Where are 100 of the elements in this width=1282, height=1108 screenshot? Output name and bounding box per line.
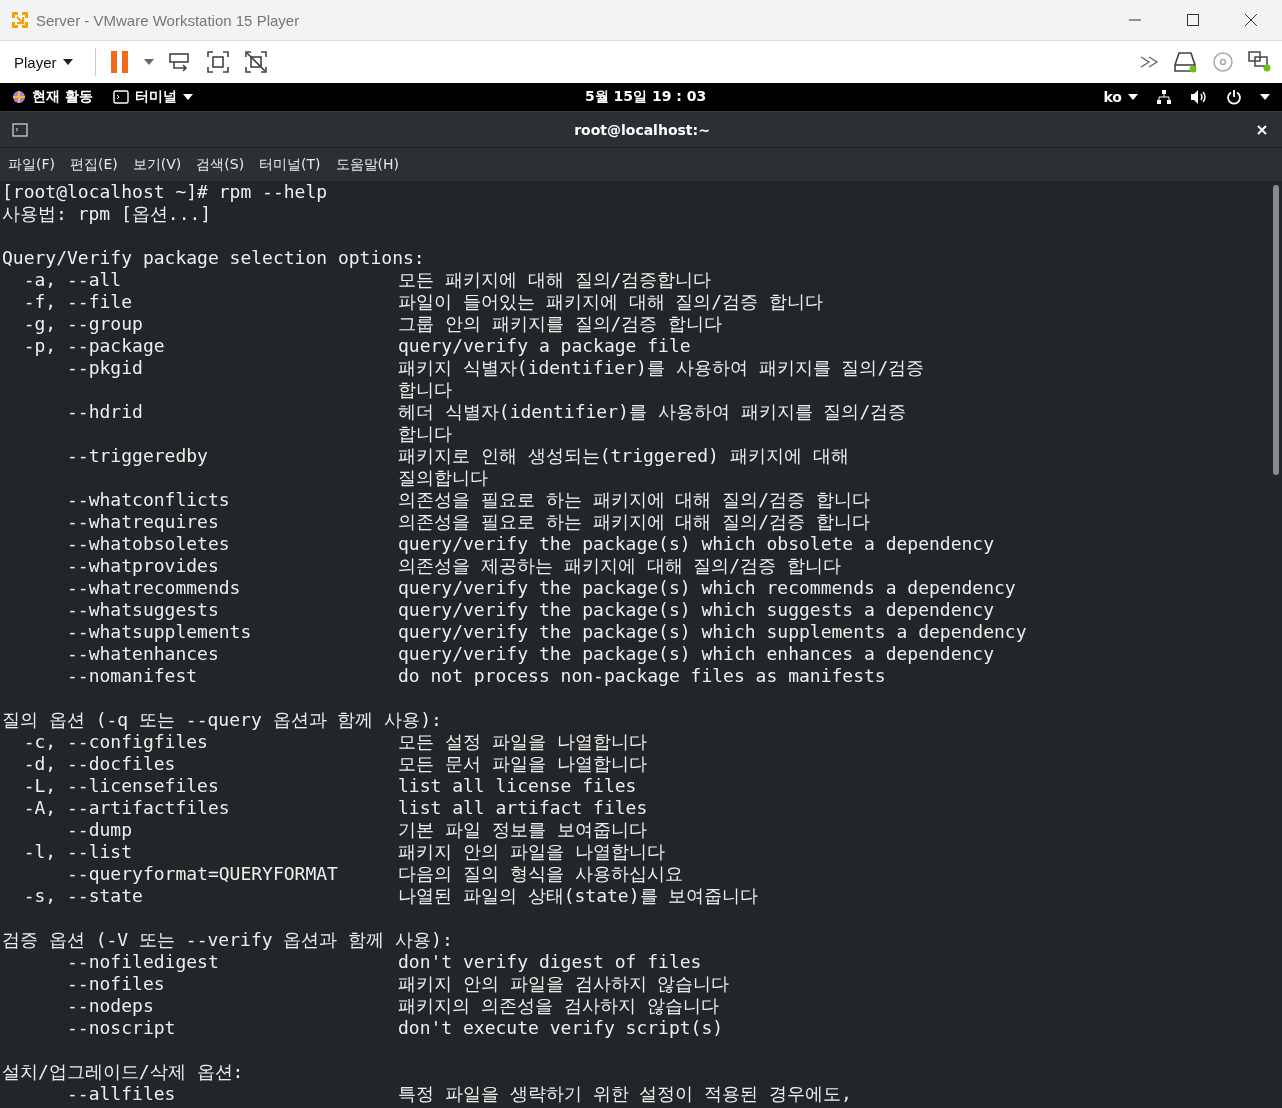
close-icon[interactable] [1244, 13, 1258, 27]
option-description: 패키지로 인해 생성되는(triggered) 패키지에 대해 [398, 445, 849, 467]
option-description: 모든 문서 파일을 나열합니다 [398, 753, 647, 775]
caret-icon[interactable] [1260, 94, 1270, 100]
terminal-icon [12, 122, 28, 137]
option-description: don't execute verify script(s) [398, 1017, 724, 1039]
terminal-line: 설치/업그레이드/삭제 옵션: [2, 1061, 244, 1083]
caret-icon [182, 94, 193, 100]
terminal-line: Query/Verify package selection options: [2, 247, 425, 269]
option-description: 의존성을 제공하는 패키지에 대해 질의/검증 합니다 [398, 555, 842, 577]
option-description: query/verify the package(s) which enhances a dependency [398, 643, 995, 665]
terminal-line: 질의 옵션 (-q 또는 --query 옵션과 함께 사용): [2, 709, 442, 731]
player-menu-button[interactable]: Player [6, 49, 81, 75]
option-name: --nomanifest [66, 665, 198, 686]
option-name: --allfiles [66, 1083, 176, 1104]
fullscreen-icon[interactable] [205, 50, 230, 74]
option-name: -f, --file [22, 291, 133, 312]
option-name: --whatsupplements [66, 621, 252, 642]
option-name: --nodeps [66, 995, 154, 1016]
option-description: 모든 설정 파일을 나열합니다 [398, 731, 647, 753]
menu-item[interactable]: 터미널(T) [259, 155, 321, 174]
option-name: --whatconflicts [66, 489, 230, 510]
option-description: 헤더 식별자(identifier)를 사용하여 패키지를 질의/검증 [398, 401, 907, 423]
power-icon[interactable] [1226, 89, 1242, 105]
option-name: -a, --all [22, 269, 122, 290]
option-name: --whatsuggests [66, 599, 219, 620]
option-name: --whatrecommends [66, 577, 241, 598]
option-description: query/verify a package file [398, 335, 691, 357]
option-description: 패키지 식별자(identifier)를 사용하여 패키지를 질의/검증 [398, 357, 925, 379]
terminal-line: [root@localhost ~]# rpm --help [2, 181, 328, 203]
caret-icon [1128, 94, 1138, 100]
terminal-line: 검증 옵션 (-V 또는 --verify 옵션과 함께 사용): [2, 929, 453, 951]
option-description: list all license files [398, 775, 637, 797]
terminal-line: 사용법: rpm [옵션...] [2, 203, 212, 225]
option-name: --queryformat=QUERYFORMAT [66, 863, 338, 884]
option-name: --whatenhances [66, 643, 219, 664]
option-description: 질의합니다 [398, 467, 488, 489]
option-description: 의존성을 필요로 하는 패키지에 대해 질의/검증 합니다 [398, 511, 870, 533]
menu-item[interactable]: 검색(S) [196, 155, 245, 174]
app-menu-button[interactable]: 터미널 [112, 88, 193, 106]
option-name: --triggeredby [66, 445, 208, 466]
terminal-title: root@localhost:~ [573, 121, 711, 138]
option-name: --noscript [66, 1017, 176, 1038]
option-description: do not process non-package files as manifests [398, 665, 886, 687]
option-name: -s, --state [22, 885, 143, 906]
option-description: list all artifact files [398, 797, 648, 819]
option-description: query/verify the package(s) which suggests a dependency [398, 599, 995, 621]
menu-item[interactable]: 보기(V) [132, 155, 182, 174]
option-name: -c, --configfiles [22, 731, 208, 752]
option-name: -l, --list [22, 841, 133, 862]
option-name: --whatobsoletes [66, 533, 230, 554]
pause-icon[interactable] [109, 50, 130, 74]
option-description: 다음의 질의 형식을 사용하십시요 [398, 863, 683, 885]
option-description: query/verify the package(s) which supplements a dependency [398, 621, 1027, 643]
option-name: -g, --group [22, 313, 143, 334]
option-description: 모든 패키지에 대해 질의/검증합니다 [398, 269, 712, 291]
double-chevron-icon[interactable] [1140, 56, 1160, 68]
unity-icon[interactable] [243, 50, 268, 74]
option-name: -L, --licensefiles [22, 775, 219, 796]
option-name: --whatrequires [66, 511, 219, 532]
option-name: -p, --package [22, 335, 165, 356]
terminal-icon [112, 90, 129, 104]
app-logo-icon [10, 10, 30, 30]
scrollbar-thumb[interactable] [1273, 185, 1279, 475]
option-description: 패키지의 의존성을 검사하지 않습니다 [398, 995, 719, 1017]
option-description: query/verify the package(s) which obsolete a dependency [398, 533, 995, 555]
caret-icon [62, 59, 73, 65]
option-name: --whatprovides [66, 555, 219, 576]
flower-icon [12, 90, 26, 104]
option-name: -d, --docfiles [22, 753, 176, 774]
network-adapter-icon[interactable] [1248, 51, 1272, 73]
menu-item[interactable]: 편집(E) [70, 155, 118, 174]
menu-item[interactable]: 도움말(H) [335, 155, 400, 174]
maximize-icon[interactable] [1186, 13, 1200, 27]
option-description: 패키지 안의 파일을 검사하지 않습니다 [398, 973, 730, 995]
option-description: 합니다 [398, 379, 452, 401]
option-description: 파일이 들어있는 패키지에 대해 질의/검증 합니다 [398, 291, 824, 313]
option-name: -A, --artifactfiles [22, 797, 230, 818]
activities-button[interactable]: 현재 활동 [12, 88, 93, 106]
network-icon[interactable] [1156, 89, 1172, 105]
input-method-button[interactable]: ko [1103, 89, 1138, 105]
option-description: query/verify the package(s) which recommends a dependency [398, 577, 1016, 599]
option-description: 패키지 안의 파일을 나열합니다 [398, 841, 665, 863]
volume-icon[interactable] [1190, 89, 1208, 105]
option-name: --nofiledigest [66, 951, 219, 972]
send-keys-icon[interactable] [167, 50, 192, 74]
option-description: 기본 파일 정보를 보여줍니다 [398, 819, 647, 841]
option-description: 의존성을 필요로 하는 패키지에 대해 질의/검증 합니다 [398, 489, 870, 511]
menu-item[interactable]: 파일(F) [8, 155, 55, 174]
option-name: --pkgid [66, 357, 143, 378]
option-description: 그룹 안의 패키지를 질의/검증 합니다 [398, 313, 723, 335]
option-description: 합니다 [398, 423, 452, 445]
option-name: --hdrid [66, 401, 143, 422]
option-description: don't verify digest of files [398, 951, 702, 973]
option-name: --nofiles [66, 973, 165, 994]
option-description: 나열된 파일의 상태(state)를 보여줍니다 [398, 885, 759, 907]
option-name: --dump [66, 819, 133, 840]
clock[interactable]: 5월 15일 19 : 03 [585, 88, 707, 106]
option-description: 특정 파일을 생략하기 위한 설정이 적용된 경우에도, [398, 1083, 852, 1105]
window-title: Server - VMware Workstation 15 Player [36, 11, 300, 29]
